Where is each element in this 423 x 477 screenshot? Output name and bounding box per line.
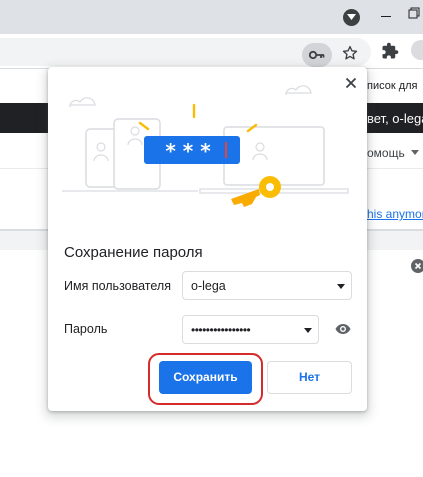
close-circle-icon[interactable] <box>411 259 423 273</box>
title-bar <box>0 0 423 34</box>
key-icon <box>309 50 325 60</box>
username-select[interactable]: o-lega <box>182 271 352 300</box>
restore-icon[interactable] <box>407 6 423 20</box>
save-button[interactable]: Сохранить <box>159 361 252 394</box>
username-value: o-lega <box>191 279 226 293</box>
username-label: Имя пользователя <box>64 279 171 293</box>
chevron-down-icon <box>411 150 419 155</box>
address-bar[interactable] <box>0 38 371 67</box>
greeting-text: вет, o-lega <box>367 111 423 126</box>
chevron-down-icon <box>337 284 345 289</box>
password-key-button[interactable] <box>302 43 332 67</box>
password-select[interactable]: •••••••••••••••• <box>182 315 319 344</box>
browser-toolbar <box>0 34 423 69</box>
no-button[interactable]: Нет <box>267 361 352 394</box>
close-icon[interactable] <box>343 75 359 91</box>
help-menu-text[interactable]: омощь <box>367 146 405 160</box>
dialog-title: Сохранение пароля <box>64 244 203 261</box>
password-label: Пароль <box>64 322 108 336</box>
page-link[interactable]: his anymore <box>367 207 423 221</box>
profile-menu-icon[interactable] <box>343 9 360 26</box>
puzzle-icon[interactable] <box>381 42 399 60</box>
eye-icon[interactable] <box>335 323 351 335</box>
save-password-dialog: * * * Сохранение пароля Имя пользователя… <box>48 67 367 411</box>
illustration-password-stars: * * * <box>165 139 211 163</box>
minimize-icon[interactable] <box>381 16 391 17</box>
password-value: •••••••••••••••• <box>191 323 251 337</box>
star-icon[interactable] <box>341 44 359 62</box>
page-header-text: писок для <box>367 80 418 92</box>
chevron-down-icon <box>304 328 312 333</box>
